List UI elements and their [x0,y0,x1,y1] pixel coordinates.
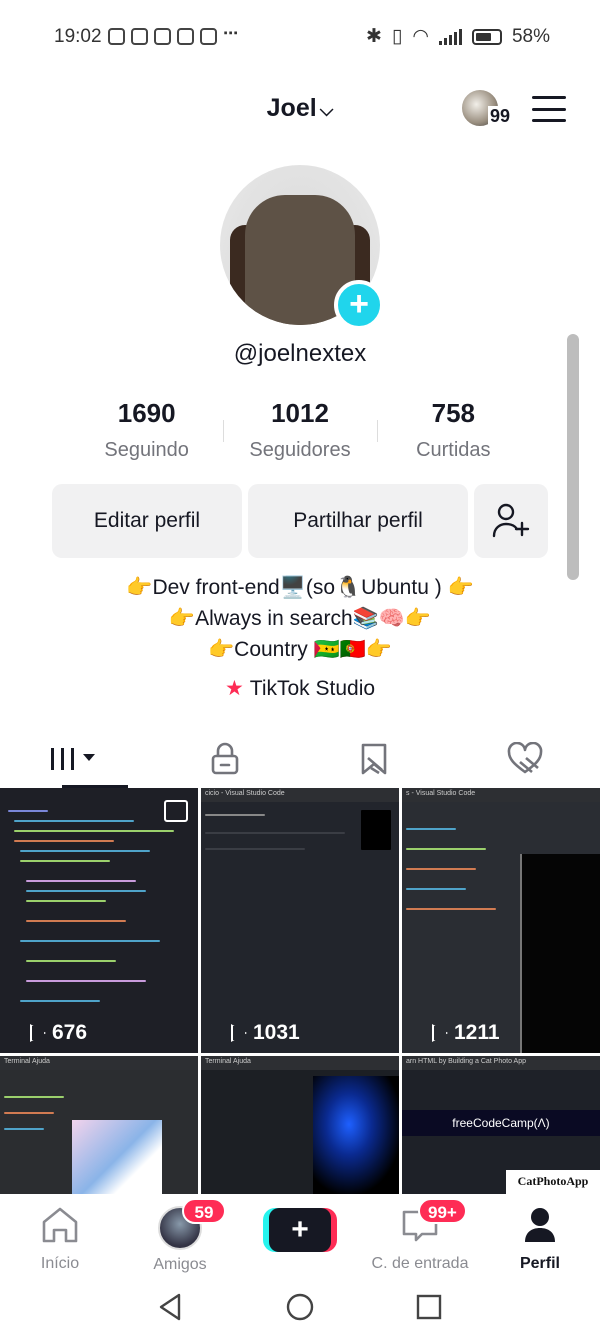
tiktok-studio-link[interactable]: ★ TikTok Studio [0,676,600,701]
likes-label: Curtidas [416,439,491,461]
battery-percent: 58% [511,25,550,47]
instagram-icon [200,28,217,45]
video-grid: 676 cicio - Visual Studio Code 1031 s - … [0,788,600,1194]
following-count: 1690 [117,398,176,428]
edit-profile-button[interactable]: Editar perfil [52,484,242,558]
studio-label: TikTok Studio [249,677,376,700]
video-thumbnail[interactable]: 676 [0,788,198,1053]
studio-icon: ★ [224,677,244,700]
bio-line: 👉Always in search📚🧠👉 [168,607,432,630]
freecodecamp-banner: freeCodeCamp(Ʌ) [402,1110,600,1136]
following-label: Seguindo [104,439,189,461]
create-button[interactable]: + [263,1208,337,1252]
bio-line: 👉Country 🇸🇹🇵🇹👉 [208,638,392,661]
status-time: 19:02 [54,26,102,47]
add-friend-button[interactable] [474,484,548,558]
bluetooth-icon: ✱ [365,26,382,47]
instagram-icon [177,28,194,45]
nav-profile[interactable]: Perfil [480,1194,600,1274]
nav-friends-label: Amigos [153,1256,207,1273]
youtube-icon [131,28,148,45]
content-tabs [0,730,600,788]
tab-saved[interactable] [300,730,450,788]
following-stat[interactable]: 1690 Seguindo [70,398,223,462]
battery-icon [471,28,502,45]
blue-glow-image [313,1076,399,1194]
nav-inbox-label: C. de entrada [371,1255,469,1272]
video-thumbnail[interactable]: Terminal Ajuda [0,1056,198,1194]
wifi-icon: ◠ [412,26,429,47]
vibrate-icon: ▯ [391,26,403,47]
followers-count: 1012 [271,398,329,428]
status-bar: 19:02 ⋯ ✱ ▯ ◠ 58% [0,0,600,76]
bookmark-hidden-icon [361,743,387,775]
share-profile-button[interactable]: Partilhar perfil [248,484,468,558]
more-notifications-icon: ⋯ [223,25,239,42]
anime-image [72,1120,162,1194]
play-icon [30,1024,46,1042]
photo-icon [164,800,188,822]
plus-icon: + [269,1208,331,1252]
bio-line: 👉Dev front-end🖥️(so🐧Ubuntu ) 👉 [126,576,474,599]
account-name: Joel [266,94,317,122]
tab-liked[interactable] [450,730,600,788]
home-icon [42,1207,78,1243]
profile-handle: @joelnextex [233,340,367,367]
video-views: 1031 [211,1021,300,1045]
scrollbar[interactable] [567,334,579,580]
heart-hidden-icon [507,742,543,774]
back-icon[interactable] [157,1292,185,1322]
video-thumbnail[interactable]: Terminal Ajuda [201,1056,399,1194]
friends-badge: 59 [182,1198,226,1224]
likes-count: 758 [431,398,476,428]
play-icon [432,1024,448,1042]
chevron-down-icon: ⌵ [319,100,334,120]
catphotoapp-title: CatPhotoApp [506,1170,600,1194]
inbox-badge: 99+ [418,1198,467,1224]
recents-icon[interactable] [415,1293,443,1321]
story-count: 99 [488,106,513,127]
system-indicators: ✱ ▯ ◠ 58% [366,25,550,48]
system-navigation [0,1274,600,1340]
followers-label: Seguidores [249,439,351,461]
lock-icon [211,742,239,775]
video-thumbnail[interactable]: s - Visual Studio Code 1211 [402,788,600,1053]
home-circle-icon[interactable] [285,1292,315,1322]
whatsapp-icon [108,28,125,45]
video-thumbnail[interactable]: cicio - Visual Studio Code 1031 [201,788,399,1053]
play-icon [231,1024,247,1042]
nav-home-label: Início [40,1255,80,1272]
nav-friends[interactable]: 59 Amigos [120,1194,240,1274]
notification-icons: ⋯ [108,25,239,45]
nav-create[interactable]: + [240,1194,360,1274]
profile-stats: 1690 Seguindo 1012 Seguidores 758 Curtid… [70,398,530,462]
hamburger-menu-icon[interactable] [532,96,566,122]
video-views: 676 [10,1021,87,1045]
profile-bio: 👉Dev front-end🖥️(so🐧Ubuntu ) 👉 👉Always i… [0,572,600,665]
tab-videos[interactable] [0,730,150,788]
tab-private[interactable] [150,730,300,788]
window-title: cicio - Visual Studio Code [201,788,399,802]
nav-profile-label: Perfil [519,1255,560,1272]
followers-stat[interactable]: 1012 Seguidores [223,398,376,462]
profile-icon [525,1208,555,1242]
add-user-icon [492,503,530,538]
grid-icon [51,748,95,770]
signal-icon [438,28,462,45]
video-thumbnail[interactable]: arn HTML by Building a Cat Photo App fre… [402,1056,600,1194]
likes-stat[interactable]: 758 Curtidas [376,398,530,462]
browser-preview [520,854,600,1053]
video-views: 1211 [412,1021,500,1045]
tiktok-icon [154,28,171,45]
profile-header: Joel ⌵ 99 [0,80,600,140]
nav-inbox[interactable]: 99+ C. de entrada [360,1194,480,1274]
add-photo-button[interactable]: + [334,280,384,330]
bottom-navigation: Início 59 Amigos + 99+ C. de entrada Per… [0,1194,600,1274]
nav-home[interactable]: Início [0,1194,120,1274]
